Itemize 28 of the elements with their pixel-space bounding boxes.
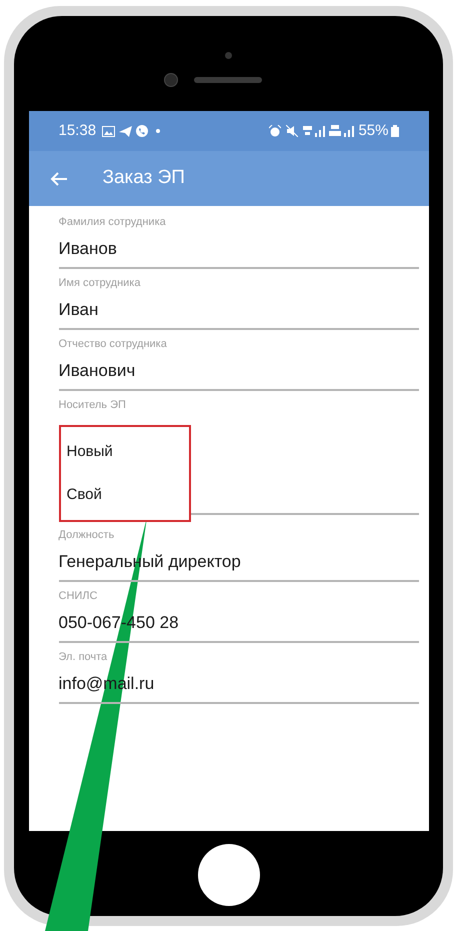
battery-icon — [390, 125, 398, 137]
battery-percent: 55% — [358, 120, 388, 141]
back-arrow-icon — [50, 172, 68, 186]
field-label: Имя сотрудника — [58, 276, 140, 291]
speaker-grille — [194, 77, 262, 83]
field-label: Носитель ЭП — [58, 398, 126, 413]
status-time: 15:38 — [58, 120, 96, 141]
phone-bubble-icon — [136, 125, 148, 137]
image-icon — [102, 126, 116, 136]
dropdown-field[interactable]: Новый Свой — [58, 415, 418, 515]
field-label: СНИЛС — [58, 589, 98, 604]
notification-dot-icon — [156, 129, 160, 133]
field-label: Фамилия сотрудника — [58, 215, 166, 230]
field-label: Эл. почта — [58, 650, 108, 665]
paper-plane-icon — [119, 126, 132, 136]
screen-title: Заказ ЭП — [102, 166, 185, 190]
alarm-icon — [269, 125, 282, 137]
input-field[interactable]: Иванович — [58, 358, 418, 391]
mute-icon — [286, 125, 298, 137]
field-label: Отчество сотрудника — [58, 337, 167, 352]
signal-icon — [315, 126, 326, 136]
input-field[interactable]: Иван — [58, 297, 418, 330]
dropdown-option[interactable]: Свой — [60, 484, 188, 506]
signal-icon — [344, 126, 354, 136]
front-camera — [164, 73, 178, 87]
field-label: Должность — [58, 528, 114, 543]
dropdown-option[interactable]: Новый — [60, 441, 188, 464]
input-field[interactable]: Иванов — [58, 236, 418, 269]
